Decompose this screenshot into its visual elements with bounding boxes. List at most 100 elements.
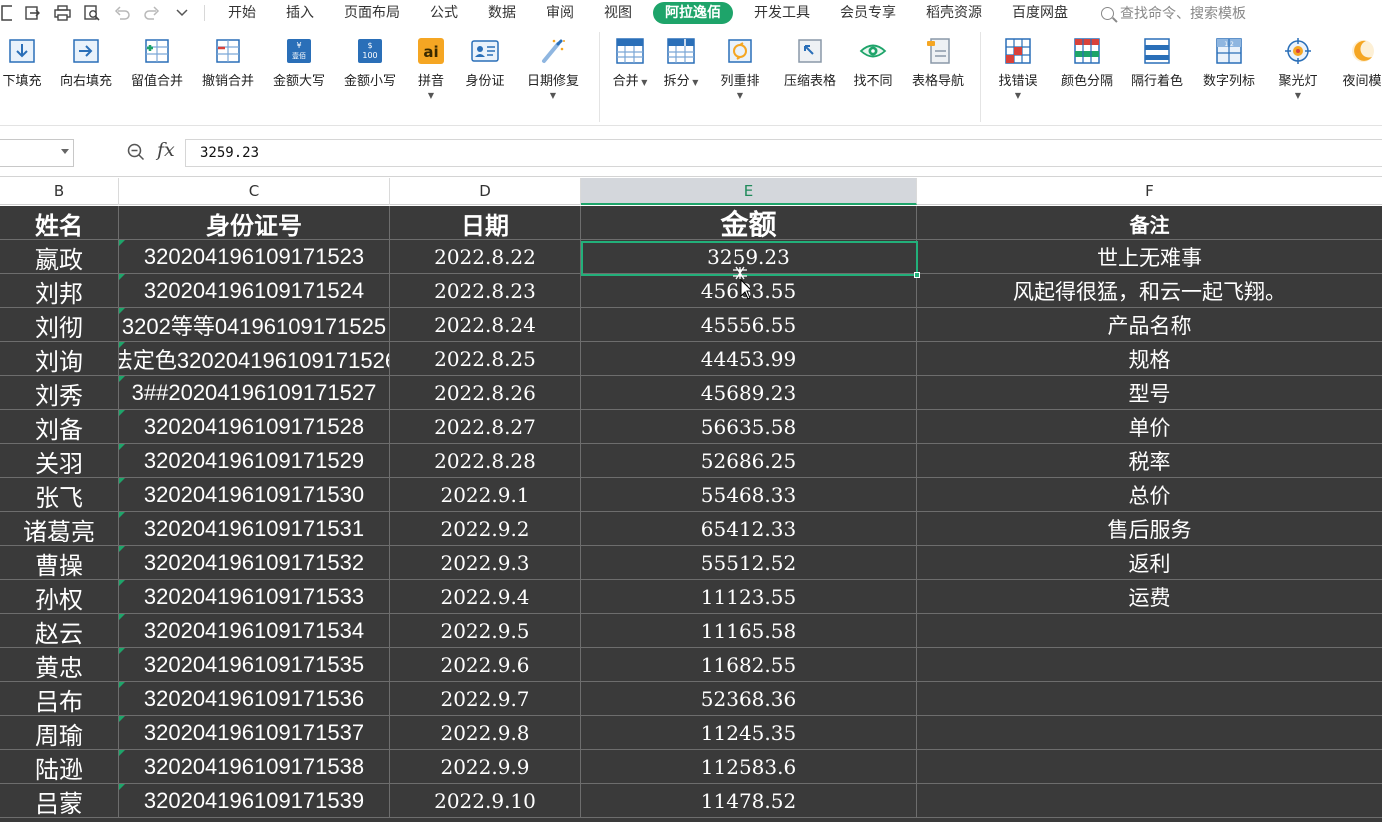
remarks-cell[interactable]: 世上无难事 bbox=[917, 240, 1382, 274]
split-button[interactable]: 拆分 ▼ bbox=[657, 36, 705, 116]
date-cell[interactable]: 2022.9.1 bbox=[390, 478, 581, 512]
tab-home[interactable]: 开始 bbox=[213, 2, 271, 24]
header-cell-amount[interactable]: 金额 bbox=[581, 206, 917, 240]
tab-developer[interactable]: 开发工具 bbox=[739, 2, 825, 24]
date-cell[interactable]: 2022.9.2 bbox=[390, 512, 581, 546]
amount-cell[interactable]: 11123.55 bbox=[581, 580, 917, 614]
save-icon[interactable] bbox=[0, 2, 14, 24]
tab-baidu-netdisk[interactable]: 百度网盘 bbox=[997, 2, 1083, 24]
amount-cell[interactable]: 56635.58 bbox=[581, 410, 917, 444]
name-cell[interactable]: 刘备 bbox=[0, 410, 119, 444]
header-cell-name[interactable]: 姓名 bbox=[0, 206, 119, 240]
tab-page-layout[interactable]: 页面布局 bbox=[329, 2, 415, 24]
remarks-cell[interactable]: 总价 bbox=[917, 478, 1382, 512]
remarks-cell[interactable] bbox=[917, 682, 1382, 716]
id-number-cell[interactable]: 320204196109171529 bbox=[119, 444, 390, 478]
more-icon[interactable] bbox=[170, 2, 194, 24]
remarks-cell[interactable] bbox=[917, 614, 1382, 648]
remarks-cell[interactable]: 风起得很猛，和云一起飞翔。 bbox=[917, 274, 1382, 308]
date-cell[interactable]: 2022.9.10 bbox=[390, 784, 581, 818]
print-preview-icon[interactable] bbox=[80, 2, 104, 24]
amount-cell[interactable]: 52686.25 bbox=[581, 444, 917, 478]
amount-lowercase-button[interactable]: $100 金额小写 bbox=[338, 36, 402, 116]
amount-cell[interactable]: 11245.35 bbox=[581, 716, 917, 750]
number-column-label-button[interactable]: 1 2 数字列标 bbox=[1196, 36, 1262, 116]
remarks-cell[interactable]: 运费 bbox=[917, 580, 1382, 614]
tab-formulas[interactable]: 公式 bbox=[415, 2, 473, 24]
tab-data[interactable]: 数据 bbox=[473, 2, 531, 24]
tab-insert[interactable]: 插入 bbox=[271, 2, 329, 24]
remarks-cell[interactable]: 规格 bbox=[917, 342, 1382, 376]
export-icon[interactable] bbox=[20, 2, 44, 24]
command-search[interactable]: 查找命令、搜索模板 bbox=[1101, 3, 1246, 23]
date-cell[interactable]: 2022.8.28 bbox=[390, 444, 581, 478]
id-number-cell[interactable]: 320204196109171537 bbox=[119, 716, 390, 750]
name-cell[interactable]: 曹操 bbox=[0, 546, 119, 580]
name-cell[interactable]: 吕蒙 bbox=[0, 784, 119, 818]
header-cell-id-number[interactable]: 身份证号 bbox=[119, 206, 390, 240]
amount-cell[interactable]: 11478.52 bbox=[581, 784, 917, 818]
name-cell[interactable]: 刘彻 bbox=[0, 308, 119, 342]
name-cell[interactable]: 孙权 bbox=[0, 580, 119, 614]
print-icon[interactable] bbox=[50, 2, 74, 24]
date-cell[interactable]: 2022.9.3 bbox=[390, 546, 581, 580]
pinyin-dropdown-icon[interactable]: ▼ bbox=[428, 92, 434, 100]
name-cell[interactable]: 诸葛亮 bbox=[0, 512, 119, 546]
chevron-down-icon[interactable] bbox=[61, 149, 69, 154]
remarks-cell[interactable] bbox=[917, 648, 1382, 682]
id-number-cell[interactable]: 320204196109171533 bbox=[119, 580, 390, 614]
night-mode-button[interactable]: 夜间模 bbox=[1334, 36, 1382, 116]
date-repair-button[interactable]: 日期修复 ▼ bbox=[520, 36, 586, 116]
fill-right-button[interactable]: 向右填充 bbox=[54, 36, 118, 116]
name-cell[interactable]: 周瑜 bbox=[0, 716, 119, 750]
remarks-cell[interactable]: 返利 bbox=[917, 546, 1382, 580]
color-separate-button[interactable]: 颜色分隔 bbox=[1054, 36, 1120, 116]
date-cell[interactable]: 2022.8.22 bbox=[390, 240, 581, 274]
date-cell[interactable]: 2022.8.26 bbox=[390, 376, 581, 410]
name-cell[interactable]: 陆逊 bbox=[0, 750, 119, 784]
header-cell-date[interactable]: 日期 bbox=[390, 206, 581, 240]
redo-icon[interactable] bbox=[140, 2, 164, 24]
date-cell[interactable]: 2022.9.4 bbox=[390, 580, 581, 614]
spotlight-dropdown-icon[interactable]: ▼ bbox=[1295, 92, 1301, 100]
name-cell[interactable]: 刘邦 bbox=[0, 274, 119, 308]
remarks-cell[interactable]: 单价 bbox=[917, 410, 1382, 444]
reorder-columns-dropdown-icon[interactable]: ▼ bbox=[737, 92, 743, 100]
pinyin-button[interactable]: ai 拼音 ▼ bbox=[409, 36, 453, 116]
name-cell[interactable]: 吕布 bbox=[0, 682, 119, 716]
amount-cell[interactable]: 11165.58 bbox=[581, 614, 917, 648]
id-card-button[interactable]: 身份证 bbox=[458, 36, 512, 116]
amount-cell[interactable]: 65412.33 bbox=[581, 512, 917, 546]
merge-keep-values-button[interactable]: 留值合并 bbox=[125, 36, 189, 116]
find-errors-button[interactable]: 找错误 ▼ bbox=[990, 36, 1046, 116]
amount-cell[interactable]: 55512.52 bbox=[581, 546, 917, 580]
tab-alayibai[interactable]: 阿拉逸佰 bbox=[653, 2, 733, 24]
find-errors-dropdown-icon[interactable]: ▼ bbox=[1015, 92, 1021, 100]
amount-cell[interactable]: 44453.99 bbox=[581, 342, 917, 376]
reorder-columns-button[interactable]: 列重排 ▼ bbox=[712, 36, 768, 116]
amount-cell[interactable]: 45689.23 bbox=[581, 376, 917, 410]
zoom-out-icon[interactable] bbox=[127, 143, 145, 161]
id-number-cell[interactable]: 320204196109171536 bbox=[119, 682, 390, 716]
date-cell[interactable]: 2022.8.24 bbox=[390, 308, 581, 342]
amount-cell[interactable]: 52368.36 bbox=[581, 682, 917, 716]
id-number-cell[interactable]: 320204196109171528 bbox=[119, 410, 390, 444]
date-cell[interactable]: 2022.9.8 bbox=[390, 716, 581, 750]
id-number-cell[interactable]: 3##20204196109171527 bbox=[119, 376, 390, 410]
column-header-d[interactable]: D bbox=[390, 178, 581, 205]
amount-cell[interactable]: 45683.55 bbox=[581, 274, 917, 308]
date-repair-dropdown-icon[interactable]: ▼ bbox=[550, 92, 556, 100]
id-number-cell[interactable]: 320204196109171531 bbox=[119, 512, 390, 546]
tab-view[interactable]: 视图 bbox=[589, 2, 647, 24]
fill-down-button[interactable]: 下填充 bbox=[0, 36, 50, 116]
id-number-cell[interactable]: 320204196109171535 bbox=[119, 648, 390, 682]
merge-button[interactable]: 合并 ▼ bbox=[606, 36, 654, 116]
remarks-cell[interactable]: 售后服务 bbox=[917, 512, 1382, 546]
date-cell[interactable]: 2022.9.7 bbox=[390, 682, 581, 716]
date-cell[interactable]: 2022.9.6 bbox=[390, 648, 581, 682]
name-cell[interactable]: 赵云 bbox=[0, 614, 119, 648]
table-navigation-button[interactable]: 表格导航 bbox=[904, 36, 972, 116]
remarks-cell[interactable]: 产品名称 bbox=[917, 308, 1382, 342]
id-number-cell[interactable]: 320204196109171524 bbox=[119, 274, 390, 308]
name-cell[interactable]: 张飞 bbox=[0, 478, 119, 512]
